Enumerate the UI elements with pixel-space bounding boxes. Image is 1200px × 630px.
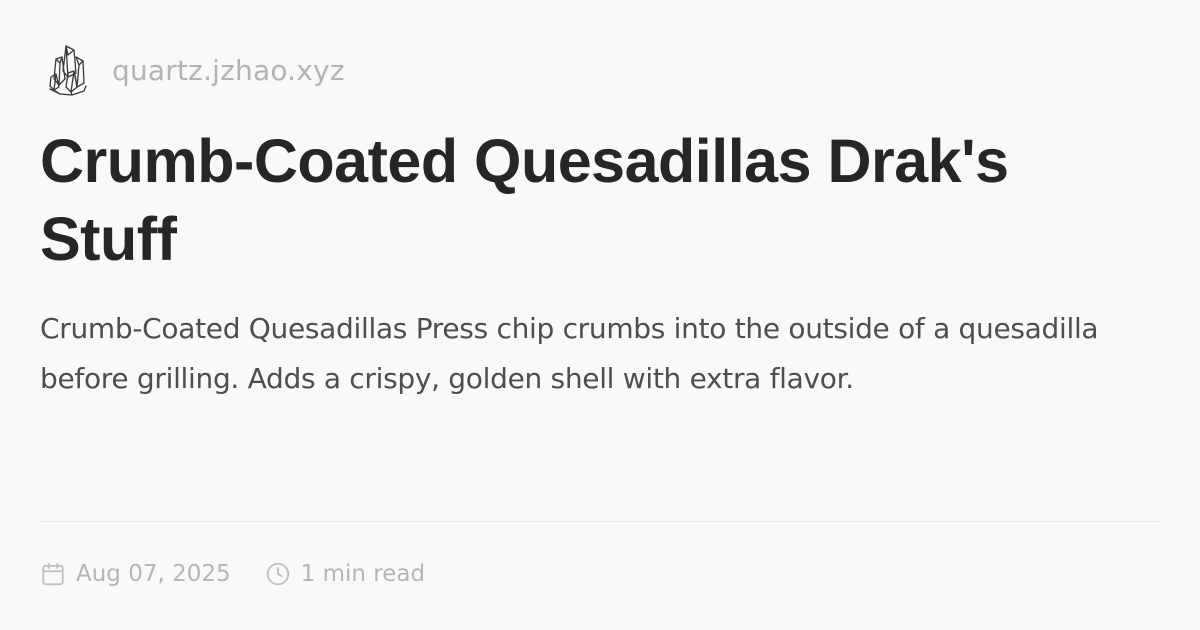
crystal-icon <box>49 45 87 96</box>
meta-row: Aug 07, 2025 1 min read <box>40 556 425 592</box>
divider <box>40 521 1160 522</box>
social-preview-card: quartz.jzhao.xyz Crumb-Coated Quesadilla… <box>0 0 1200 630</box>
date-meta: Aug 07, 2025 <box>40 561 231 587</box>
site-header[interactable]: quartz.jzhao.xyz <box>48 42 345 98</box>
reading-time: 1 min read <box>300 561 426 587</box>
calendar-icon <box>42 562 64 586</box>
page-title: Crumb-Coated Quesadillas Drak's Stuff <box>40 127 1009 273</box>
site-domain[interactable]: quartz.jzhao.xyz <box>112 54 345 87</box>
publish-date: Aug 07, 2025 <box>76 561 231 587</box>
clock-icon <box>266 562 289 586</box>
page-description: Crumb-Coated Quesadillas Press chip crum… <box>40 312 1099 395</box>
reading-time-meta: 1 min read <box>265 561 425 587</box>
